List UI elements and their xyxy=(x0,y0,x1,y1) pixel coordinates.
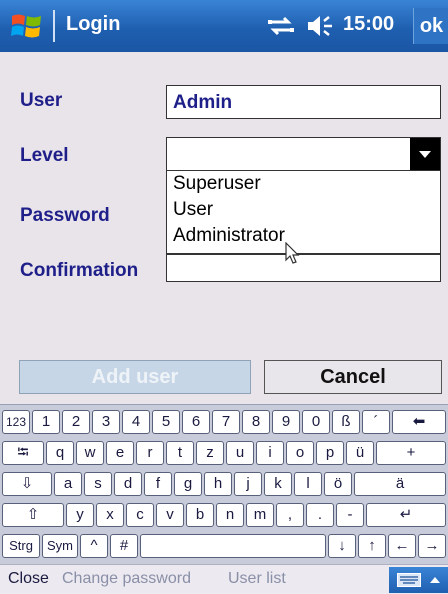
confirmation-label: Confirmation xyxy=(20,260,139,281)
ok-button[interactable]: ok xyxy=(413,8,448,44)
chevron-down-icon[interactable] xyxy=(410,138,440,170)
key-6[interactable]: 6 xyxy=(182,410,210,434)
level-label: Level xyxy=(20,145,69,166)
key-j[interactable]: j xyxy=(234,472,262,496)
connectivity-icon[interactable] xyxy=(266,14,296,38)
key-eszett[interactable]: ß xyxy=(332,410,360,434)
tab-key[interactable]: ⭾ xyxy=(2,441,44,465)
key-w[interactable]: w xyxy=(76,441,104,465)
menu-bar: Close Change password User list xyxy=(0,564,448,594)
key-t[interactable]: t xyxy=(166,441,194,465)
windows-flag-icon[interactable] xyxy=(10,10,44,42)
level-option-superuser[interactable]: Superuser xyxy=(173,173,261,195)
key-u[interactable]: u xyxy=(226,441,254,465)
password-label: Password xyxy=(20,205,110,226)
key-h[interactable]: h xyxy=(204,472,232,496)
key-8[interactable]: 8 xyxy=(242,410,270,434)
key-acute[interactable]: ´ xyxy=(362,410,390,434)
shift-key[interactable]: ⇧ xyxy=(2,503,64,527)
volume-icon[interactable] xyxy=(305,13,335,39)
confirmation-field[interactable] xyxy=(166,254,441,282)
ctrl-key[interactable]: Strg xyxy=(2,534,40,558)
arrow-up-key[interactable]: ↑ xyxy=(358,534,386,558)
key-0[interactable]: 0 xyxy=(302,410,330,434)
key-1[interactable]: 1 xyxy=(32,410,60,434)
key-a[interactable]: a xyxy=(54,472,82,496)
key-c[interactable]: c xyxy=(126,503,154,527)
key-123[interactable]: 123 xyxy=(2,410,30,434)
user-list-menu-item[interactable]: User list xyxy=(228,570,286,588)
key-hash[interactable]: # xyxy=(110,534,138,558)
arrow-left-key[interactable]: ← xyxy=(388,534,416,558)
key-2[interactable]: 2 xyxy=(62,410,90,434)
keyboard-icon xyxy=(397,573,421,587)
key-o[interactable]: o xyxy=(286,441,314,465)
sym-key[interactable]: Sym xyxy=(42,534,78,558)
user-field-value: Admin xyxy=(173,92,233,113)
arrow-down-key[interactable]: ↓ xyxy=(328,534,356,558)
key-e[interactable]: e xyxy=(106,441,134,465)
key-oe[interactable]: ö xyxy=(324,472,352,496)
key-d[interactable]: d xyxy=(114,472,142,496)
user-label: User xyxy=(20,90,63,111)
enter-key[interactable]: ↵ xyxy=(366,503,446,527)
key-9[interactable]: 9 xyxy=(272,410,300,434)
key-k[interactable]: k xyxy=(264,472,292,496)
key-period[interactable]: . xyxy=(306,503,334,527)
key-3[interactable]: 3 xyxy=(92,410,120,434)
key-hyphen[interactable]: - xyxy=(336,503,364,527)
cancel-button[interactable]: Cancel xyxy=(264,360,442,394)
clock-time[interactable]: 15:00 xyxy=(343,13,394,36)
key-plus[interactable]: + xyxy=(376,441,446,465)
caps-lock-key[interactable]: ⇩ xyxy=(2,472,52,496)
level-option-user[interactable]: User xyxy=(173,199,213,221)
key-p[interactable]: p xyxy=(316,441,344,465)
soft-keyboard: 123 1 2 3 4 5 6 7 8 9 0 ß ´ ⬅ ⭾ q w e r … xyxy=(0,404,448,565)
key-ue[interactable]: ü xyxy=(346,441,374,465)
key-s[interactable]: s xyxy=(84,472,112,496)
title-bar: Login 15:00 ok xyxy=(0,0,448,52)
level-option-administrator[interactable]: Administrator xyxy=(173,225,285,247)
close-menu-item[interactable]: Close xyxy=(8,570,49,588)
key-ae[interactable]: ä xyxy=(354,472,446,496)
key-b[interactable]: b xyxy=(186,503,214,527)
key-n[interactable]: n xyxy=(216,503,244,527)
key-y[interactable]: y xyxy=(66,503,94,527)
window-title: Login xyxy=(66,13,121,35)
key-5[interactable]: 5 xyxy=(152,410,180,434)
change-password-menu-item[interactable]: Change password xyxy=(62,570,191,588)
level-dropdown[interactable] xyxy=(166,137,441,171)
key-m[interactable]: m xyxy=(246,503,274,527)
space-key[interactable] xyxy=(140,534,326,558)
key-4[interactable]: 4 xyxy=(122,410,150,434)
key-comma[interactable]: , xyxy=(276,503,304,527)
key-f[interactable]: f xyxy=(144,472,172,496)
input-panel-toggle[interactable] xyxy=(389,567,448,593)
key-x[interactable]: x xyxy=(96,503,124,527)
arrow-right-key[interactable]: → xyxy=(418,534,446,558)
mouse-cursor-icon xyxy=(285,242,300,264)
key-i[interactable]: i xyxy=(256,441,284,465)
key-l[interactable]: l xyxy=(294,472,322,496)
key-caret[interactable]: ^ xyxy=(80,534,108,558)
title-separator xyxy=(53,10,55,42)
backspace-key[interactable]: ⬅ xyxy=(392,410,446,434)
user-field[interactable]: Admin xyxy=(166,85,441,119)
key-q[interactable]: q xyxy=(46,441,74,465)
key-v[interactable]: v xyxy=(156,503,184,527)
key-7[interactable]: 7 xyxy=(212,410,240,434)
add-user-button[interactable]: Add user xyxy=(19,360,251,394)
level-dropdown-list: Superuser User Administrator xyxy=(166,170,441,254)
chevron-up-icon xyxy=(430,577,440,583)
key-g[interactable]: g xyxy=(174,472,202,496)
key-z[interactable]: z xyxy=(196,441,224,465)
key-r[interactable]: r xyxy=(136,441,164,465)
